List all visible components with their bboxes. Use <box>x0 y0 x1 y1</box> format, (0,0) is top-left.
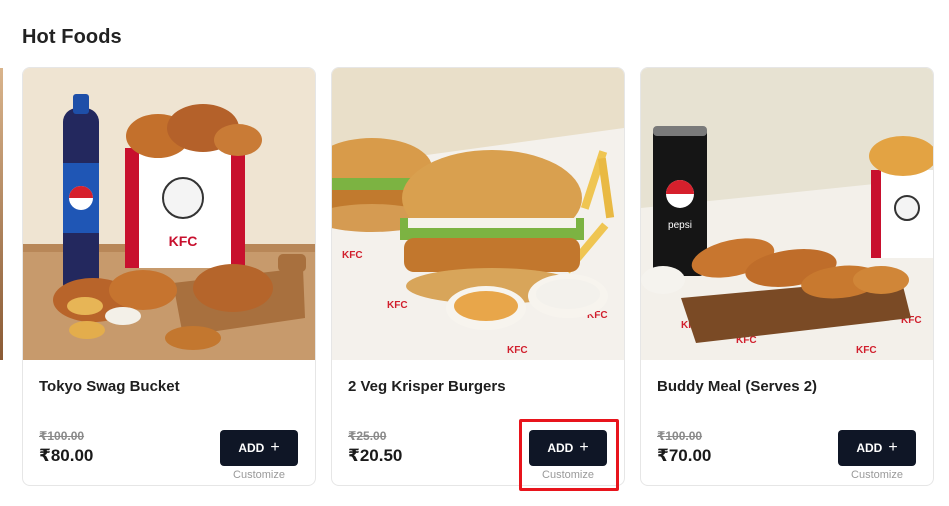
product-card[interactable]: KFC Tokyo Swag Bucket ₹100.00 ₹80.00 ADD… <box>22 67 316 486</box>
sale-price: ₹70.00 <box>657 446 712 465</box>
add-button[interactable]: ADD + <box>220 430 298 466</box>
sale-price: ₹20.50 <box>348 446 403 465</box>
product-name: Tokyo Swag Bucket <box>39 378 180 395</box>
sale-price: ₹80.00 <box>39 446 94 465</box>
svg-text:pepsi: pepsi <box>668 220 692 231</box>
svg-text:KFC: KFC <box>856 345 877 356</box>
svg-text:KFC: KFC <box>387 300 408 311</box>
add-button-label: ADD <box>238 441 265 455</box>
svg-text:KFC: KFC <box>169 233 198 249</box>
add-button-label: ADD <box>547 441 574 455</box>
product-card[interactable]: KFC KFC KFC KFC 2 Veg Krisper Burgers ₹2… <box>331 67 625 486</box>
customize-link[interactable]: Customize <box>529 469 607 481</box>
svg-text:KFC: KFC <box>342 250 363 261</box>
product-name: 2 Veg Krisper Burgers <box>348 378 506 395</box>
original-price: ₹25.00 <box>348 429 387 443</box>
add-button-label: ADD <box>856 441 883 455</box>
plus-icon: + <box>579 439 589 456</box>
product-name: Buddy Meal (Serves 2) <box>657 378 818 395</box>
burgers-illustration: KFC KFC KFC KFC <box>332 68 624 360</box>
buddy-meal-illustration: KFC KFC KFC KFC pepsi <box>641 68 933 360</box>
section-title: Hot Foods <box>22 26 122 48</box>
original-price: ₹100.00 <box>39 429 85 443</box>
product-card[interactable]: KFC KFC KFC KFC pepsi Buddy Meal <box>640 67 934 486</box>
product-image[interactable]: KFC <box>23 68 315 360</box>
plus-icon: + <box>270 439 280 456</box>
customize-link[interactable]: Customize <box>220 469 298 481</box>
previous-card-edge <box>0 68 3 360</box>
product-image[interactable]: KFC KFC KFC KFC <box>332 68 624 360</box>
customize-link[interactable]: Customize <box>838 469 916 481</box>
original-price: ₹100.00 <box>657 429 703 443</box>
plus-icon: + <box>888 439 898 456</box>
svg-text:KFC: KFC <box>507 345 528 356</box>
add-button[interactable]: ADD + <box>529 430 607 466</box>
kfc-bucket-illustration: KFC <box>23 68 315 360</box>
add-button[interactable]: ADD + <box>838 430 916 466</box>
product-image[interactable]: KFC KFC KFC KFC pepsi <box>641 68 933 360</box>
